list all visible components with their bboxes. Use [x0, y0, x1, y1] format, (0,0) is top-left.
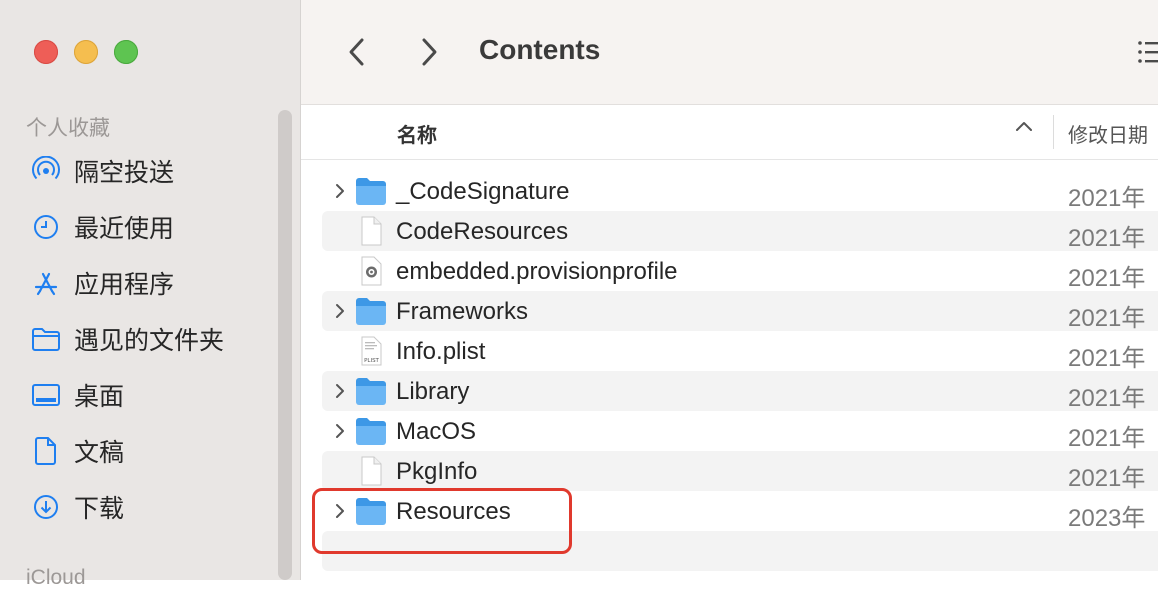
annotation-highlight-box	[312, 488, 572, 554]
favorites-section-title: 个人收藏	[26, 116, 110, 140]
folder-icon	[354, 175, 388, 207]
list-view-icon	[1138, 41, 1158, 63]
file-date: 2021年	[1068, 425, 1146, 452]
file-row[interactable]: MacOS 2021年	[322, 411, 1158, 452]
file-date: 2021年	[1068, 345, 1146, 372]
chevron-left-icon	[349, 38, 364, 66]
file-date: 2023年	[1068, 505, 1146, 532]
disclosure-chevron-icon[interactable]	[330, 179, 350, 203]
column-divider[interactable]	[1053, 115, 1054, 149]
sidebar-item-label: 遇见的文件夹	[74, 326, 225, 355]
applications-icon	[30, 267, 62, 299]
sidebar-item-desktop[interactable]: 桌面	[30, 375, 124, 415]
file-date: 2021年	[1068, 265, 1146, 292]
document-file-icon	[354, 215, 388, 247]
chevron-right-icon	[422, 38, 437, 66]
document-icon	[30, 435, 62, 467]
file-date: 2021年	[1068, 185, 1146, 212]
file-date: 2021年	[1068, 465, 1146, 492]
file-name: _CodeSignature	[396, 178, 570, 205]
sidebar-item-downloads[interactable]: 下载	[30, 487, 124, 527]
file-name: MacOS	[396, 418, 477, 445]
sidebar-item-label: 桌面	[74, 382, 125, 411]
icloud-section-title: iCloud	[26, 566, 86, 589]
sidebar-item-label: 下载	[74, 494, 125, 523]
sidebar-scrollbar[interactable]	[278, 110, 292, 580]
file-date: 2021年	[1068, 225, 1146, 252]
desktop-icon	[30, 379, 62, 411]
sidebar-item-label: 文稿	[74, 438, 125, 467]
plist-label: PLIST	[364, 358, 379, 364]
zoom-window-button[interactable]	[114, 40, 138, 64]
file-row[interactable]: Frameworks 2021年	[322, 291, 1158, 332]
file-row[interactable]: PkgInfo 2021年	[322, 451, 1158, 492]
sidebar-item-documents[interactable]: 文稿	[30, 431, 124, 471]
sort-ascending-button[interactable]	[1015, 119, 1033, 137]
file-row[interactable]: Library 2021年	[322, 371, 1158, 412]
sidebar-item-label: 最近使用	[74, 214, 175, 243]
file-name: embedded.provisionprofile	[396, 258, 678, 285]
file-name: Library	[396, 378, 470, 405]
file-name: CodeResources	[396, 218, 569, 245]
column-header: 名称 修改日期	[301, 105, 1158, 160]
forward-button[interactable]	[411, 32, 447, 72]
chevron-up-icon	[1016, 122, 1032, 131]
clock-icon	[30, 211, 62, 243]
file-date: 2021年	[1068, 305, 1146, 332]
document-file-icon	[354, 455, 388, 487]
sidebar-item-applications[interactable]: 应用程序	[30, 263, 174, 303]
file-row[interactable]: embedded.provisionprofile 2021年	[322, 251, 1158, 292]
toolbar: Contents	[301, 0, 1158, 105]
folder-icon	[354, 295, 388, 327]
folder-icon	[30, 323, 62, 355]
sidebar-item-label: 应用程序	[74, 270, 175, 299]
sidebar-item-label: 隔空投送	[74, 158, 175, 187]
window-controls	[34, 40, 138, 64]
sidebar-item-folder[interactable]: 遇见的文件夹	[30, 319, 224, 359]
window-title: Contents	[479, 34, 601, 65]
close-window-button[interactable]	[34, 40, 58, 64]
list-view-button[interactable]	[1138, 40, 1158, 69]
file-row[interactable]: _CodeSignature 2021年	[322, 171, 1158, 212]
file-name: Frameworks	[396, 298, 529, 325]
column-header-name[interactable]: 名称	[397, 119, 437, 148]
file-name: PkgInfo	[396, 458, 478, 485]
folder-icon	[354, 375, 388, 407]
file-date: 2021年	[1068, 385, 1146, 412]
plist-file-icon: PLIST	[354, 335, 388, 367]
minimize-window-button[interactable]	[74, 40, 98, 64]
folder-icon	[354, 415, 388, 447]
disclosure-chevron-icon[interactable]	[330, 419, 350, 443]
download-icon	[30, 491, 62, 523]
sidebar-item-recents[interactable]: 最近使用	[30, 207, 174, 247]
back-button[interactable]	[339, 32, 375, 72]
file-row[interactable]: CodeResources 2021年	[322, 211, 1158, 252]
sidebar: 个人收藏 隔空投送 最近使用 应用程序 遇见的文件夹 桌面 文稿 下载 iClo…	[0, 0, 301, 589]
column-header-date[interactable]: 修改日期	[1068, 119, 1148, 148]
sidebar-item-airdrop[interactable]: 隔空投送	[30, 151, 174, 191]
provisioning-profile-icon	[354, 255, 388, 287]
airdrop-icon	[30, 155, 62, 187]
file-row[interactable]: PLIST Info.plist 2021年	[322, 331, 1158, 372]
disclosure-chevron-icon[interactable]	[330, 299, 350, 323]
disclosure-chevron-icon[interactable]	[330, 379, 350, 403]
file-name: Info.plist	[396, 338, 486, 365]
